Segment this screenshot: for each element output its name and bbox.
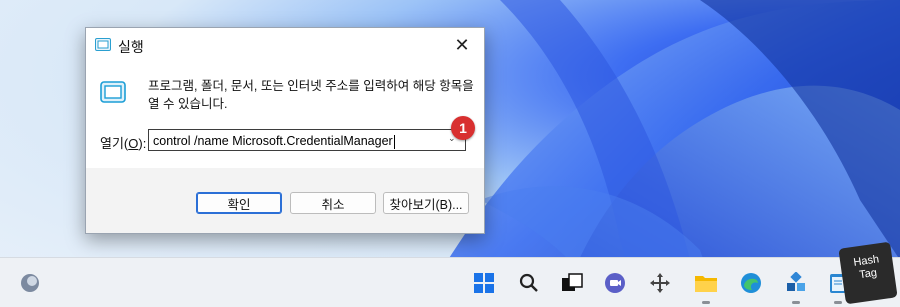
description-text: 프로그램, 폴더, 문서, 또는 인터넷 주소를 입력하여 해당 항목을 열 수… [148,79,474,111]
running-indicator [702,301,710,304]
search-icon[interactable] [509,258,549,307]
text-caret [393,134,395,149]
running-indicator [834,301,842,304]
hashtag-watermark-logo: Hash Tag [838,241,898,305]
edge-icon[interactable] [731,258,771,307]
run-program-icon [100,81,126,103]
cancel-button[interactable]: 취소 [290,192,376,214]
task-view-icon[interactable] [552,258,592,307]
taskbar [0,257,900,307]
close-button[interactable]: ✕ [440,28,484,62]
running-indicator [792,301,800,304]
chat-icon[interactable] [595,258,635,307]
run-icon [95,38,111,51]
open-label: 열기(O): [100,136,147,151]
step-number-badge: 1 [451,116,475,140]
browse-button[interactable]: 찾아보기(B)... [383,192,469,214]
start-icon[interactable] [464,258,504,307]
command-input[interactable]: control /name Microsoft.CredentialManage… [148,129,466,151]
command-value: control /name Microsoft.CredentialManage… [153,134,393,148]
titlebar[interactable]: 실행 ✕ [86,28,484,62]
app-icon[interactable] [776,258,816,307]
move-icon[interactable] [640,258,680,307]
ok-button[interactable]: 확인 [196,192,282,214]
run-dialog: 실행 ✕ 프로그램, 폴더, 문서, 또는 인터넷 주소를 입력하여 해당 항목… [85,27,485,234]
window-title: 실행 [118,39,144,55]
file-explorer-icon[interactable] [686,258,726,307]
weather-icon[interactable] [10,258,50,307]
